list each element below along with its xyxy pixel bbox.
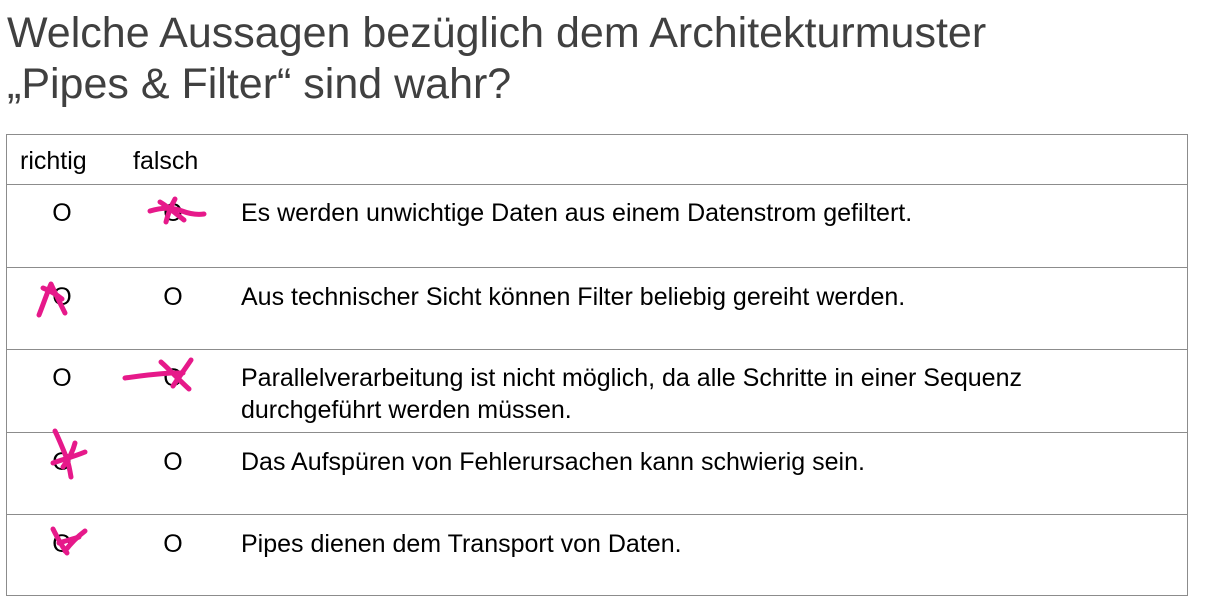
richtig-option-5[interactable]: O	[47, 530, 77, 558]
statement-2: Aus technischer Sicht können Filter beli…	[241, 283, 906, 311]
falsch-option-4[interactable]: O	[158, 448, 188, 476]
statement-4: Das Aufspüren von Fehlerursachen kann sc…	[241, 448, 865, 476]
question-row-2: O O Aus technischer Sicht können Filter …	[7, 268, 1187, 350]
richtig-option-1[interactable]: O	[47, 199, 77, 227]
question-row-5: O O Pipes dienen dem Transport von Daten…	[7, 515, 1187, 597]
question-row-3: O O Parallelverarbeitung ist nicht mögli…	[7, 350, 1187, 433]
question-row-1: O O Es werden unwichtige Daten aus einem…	[7, 185, 1187, 268]
table-header: richtig falsch	[7, 135, 1187, 185]
statement-3-line-2: durchgeführt werden müssen.	[241, 396, 572, 424]
quiz-table: richtig falsch O O Es werden unwichtige …	[6, 134, 1188, 596]
title-line-1: Welche Aussagen bezüglich dem Architektu…	[7, 9, 987, 57]
question-row-4: O O Das Aufspüren von Fehlerursachen kan…	[7, 428, 1187, 515]
falsch-option-1[interactable]: O	[158, 199, 188, 227]
statement-3-line-1: Parallelverarbeitung ist nicht möglich, …	[241, 364, 1022, 392]
page-title: Welche Aussagen bezüglich dem Architektu…	[7, 8, 1207, 110]
richtig-option-3[interactable]: O	[47, 364, 77, 392]
column-header-richtig: richtig	[20, 147, 87, 175]
statement-1: Es werden unwichtige Daten aus einem Dat…	[241, 199, 913, 227]
falsch-option-3[interactable]: O	[158, 364, 188, 392]
column-header-falsch: falsch	[133, 147, 199, 175]
title-line-2: „Pipes & Filter“ sind wahr?	[7, 60, 512, 108]
falsch-option-5[interactable]: O	[158, 530, 188, 558]
statement-5: Pipes dienen dem Transport von Daten.	[241, 530, 682, 558]
richtig-option-4[interactable]: O	[47, 448, 77, 476]
falsch-option-2[interactable]: O	[158, 283, 188, 311]
richtig-option-2[interactable]: O	[47, 283, 77, 311]
